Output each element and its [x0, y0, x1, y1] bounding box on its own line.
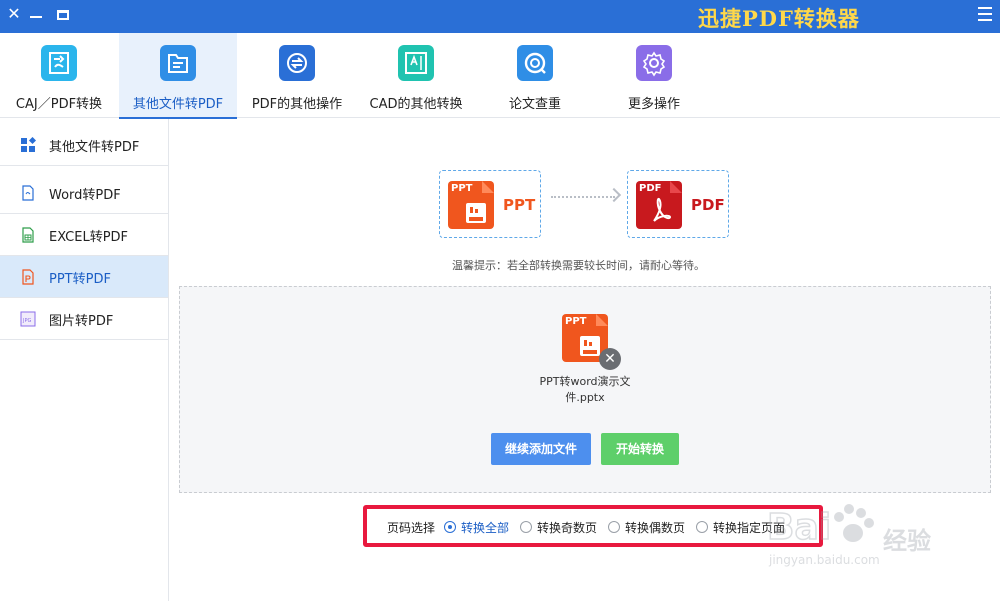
- svg-text:JPG: JPG: [22, 318, 31, 324]
- sidebar-item-label: 其他文件转PDF: [49, 140, 140, 155]
- tab-label: PDF的其他操作: [251, 97, 343, 112]
- excel-file-icon: [20, 227, 36, 243]
- radio-convert-all[interactable]: [444, 521, 456, 533]
- radio-convert-specified[interactable]: [696, 521, 708, 533]
- page-selection-group: 页码选择 转换全部 转换奇数页 转换偶数页 转换指定页面: [363, 505, 823, 547]
- tab-pdf-operations[interactable]: PDF的其他操作: [238, 33, 356, 118]
- pdf-file-icon: PDF: [636, 181, 682, 229]
- close-icon[interactable]: ✕: [6, 6, 22, 22]
- source-format-label: PPT: [503, 196, 536, 214]
- watermark-url: jingyan.baidu.com: [769, 553, 880, 567]
- baidu-paw-logo: Bai: [766, 504, 874, 549]
- ppt-file-icon: [20, 269, 36, 285]
- watermark-brand: 经验: [883, 527, 931, 555]
- sidebar-item-label: EXCEL转PDF: [49, 230, 129, 245]
- gear-icon: [636, 45, 672, 81]
- start-convert-button[interactable]: 开始转换: [601, 433, 679, 465]
- file-type-text: PDF: [639, 183, 662, 194]
- image-file-icon: JPG: [20, 311, 36, 327]
- maximize-icon[interactable]: [57, 10, 69, 20]
- baidu-watermark: Bai 经验 jingyan.baidu.com: [765, 495, 955, 585]
- tab-caj-pdf-convert[interactable]: CAJ／PDF转换: [0, 33, 118, 118]
- sidebar-item-other-to-pdf[interactable]: 其他文件转PDF: [0, 124, 168, 166]
- other-to-pdf-icon: [160, 45, 196, 81]
- word-file-icon: [20, 185, 36, 201]
- add-files-button[interactable]: 继续添加文件: [491, 433, 591, 465]
- radio-label-convert-even[interactable]: 转换偶数页: [625, 519, 685, 536]
- sidebar-item-ppt-to-pdf[interactable]: PPT转PDF: [0, 256, 168, 298]
- title-bar: ✕ 迅捷PDF转换器: [0, 0, 1000, 33]
- tab-label: 论文查重: [508, 97, 561, 112]
- target-format-card: PDF PDF: [627, 170, 729, 238]
- tab-cad-convert[interactable]: CAD的其他转换: [357, 33, 475, 118]
- target-format-label: PDF: [691, 196, 725, 214]
- sidebar-item-excel-to-pdf[interactable]: EXCEL转PDF: [0, 214, 168, 256]
- conversion-arrow: [551, 196, 615, 198]
- source-format-card: PPT PPT: [439, 170, 541, 238]
- svg-text:Bai: Bai: [767, 507, 831, 548]
- sidebar-item-label: 图片转PDF: [49, 314, 114, 329]
- pdf-operations-icon: [279, 45, 315, 81]
- file-name: PPT转word演示文件.pptx: [539, 375, 631, 404]
- paper-check-icon: [517, 45, 553, 81]
- tab-label: CAD的其他转换: [369, 97, 463, 112]
- caj-pdf-convert-icon: [41, 45, 77, 81]
- tab-more[interactable]: 更多操作: [595, 33, 713, 118]
- file-type-text: PPT: [565, 316, 587, 327]
- sidebar-item-label: PPT转PDF: [49, 272, 111, 287]
- ppt-file-icon: PPT: [448, 181, 494, 229]
- radio-label-convert-all[interactable]: 转换全部: [461, 519, 509, 536]
- tab-paper-check[interactable]: 论文查重: [476, 33, 594, 118]
- radio-convert-even[interactable]: [608, 521, 620, 533]
- arrow-right-icon: [606, 187, 622, 203]
- tab-label: 更多操作: [627, 97, 680, 112]
- sidebar-item-word-to-pdf[interactable]: Word转PDF: [0, 172, 168, 214]
- radio-convert-odd[interactable]: [520, 521, 532, 533]
- sidebar-item-image-to-pdf[interactable]: JPG 图片转PDF: [0, 298, 168, 340]
- tab-label: CAJ／PDF转换: [15, 97, 103, 112]
- file-drop-area[interactable]: PPT ✕ PPT转word演示文件.pptx 继续添加文件 开始转换: [179, 286, 991, 493]
- tab-label: 其他文件转PDF: [132, 97, 224, 112]
- sidebar-item-label: Word转PDF: [49, 188, 121, 203]
- page-selection-label: 页码选择: [387, 521, 436, 535]
- minimize-icon[interactable]: [30, 16, 42, 18]
- grid-icon: [20, 136, 37, 153]
- file-type-text: PPT: [451, 183, 473, 194]
- sidebar: 其他文件转PDF Word转PDF EXCEL转PDF PPT转PDF JPG …: [0, 119, 169, 601]
- tip-text: 温馨提示：若全部转换需要较长时间，请耐心等待。: [452, 259, 705, 272]
- app-title: 迅捷PDF转换器: [698, 6, 860, 31]
- menu-icon[interactable]: [978, 7, 992, 23]
- remove-file-button[interactable]: ✕: [599, 348, 621, 370]
- tab-other-to-pdf[interactable]: 其他文件转PDF: [119, 33, 237, 119]
- radio-label-convert-odd[interactable]: 转换奇数页: [537, 519, 597, 536]
- cad-convert-icon: [398, 45, 434, 81]
- main-toolbar: CAJ／PDF转换 其他文件转PDF PDF的其他操作 CAD的其他转换 论文查…: [0, 33, 1000, 119]
